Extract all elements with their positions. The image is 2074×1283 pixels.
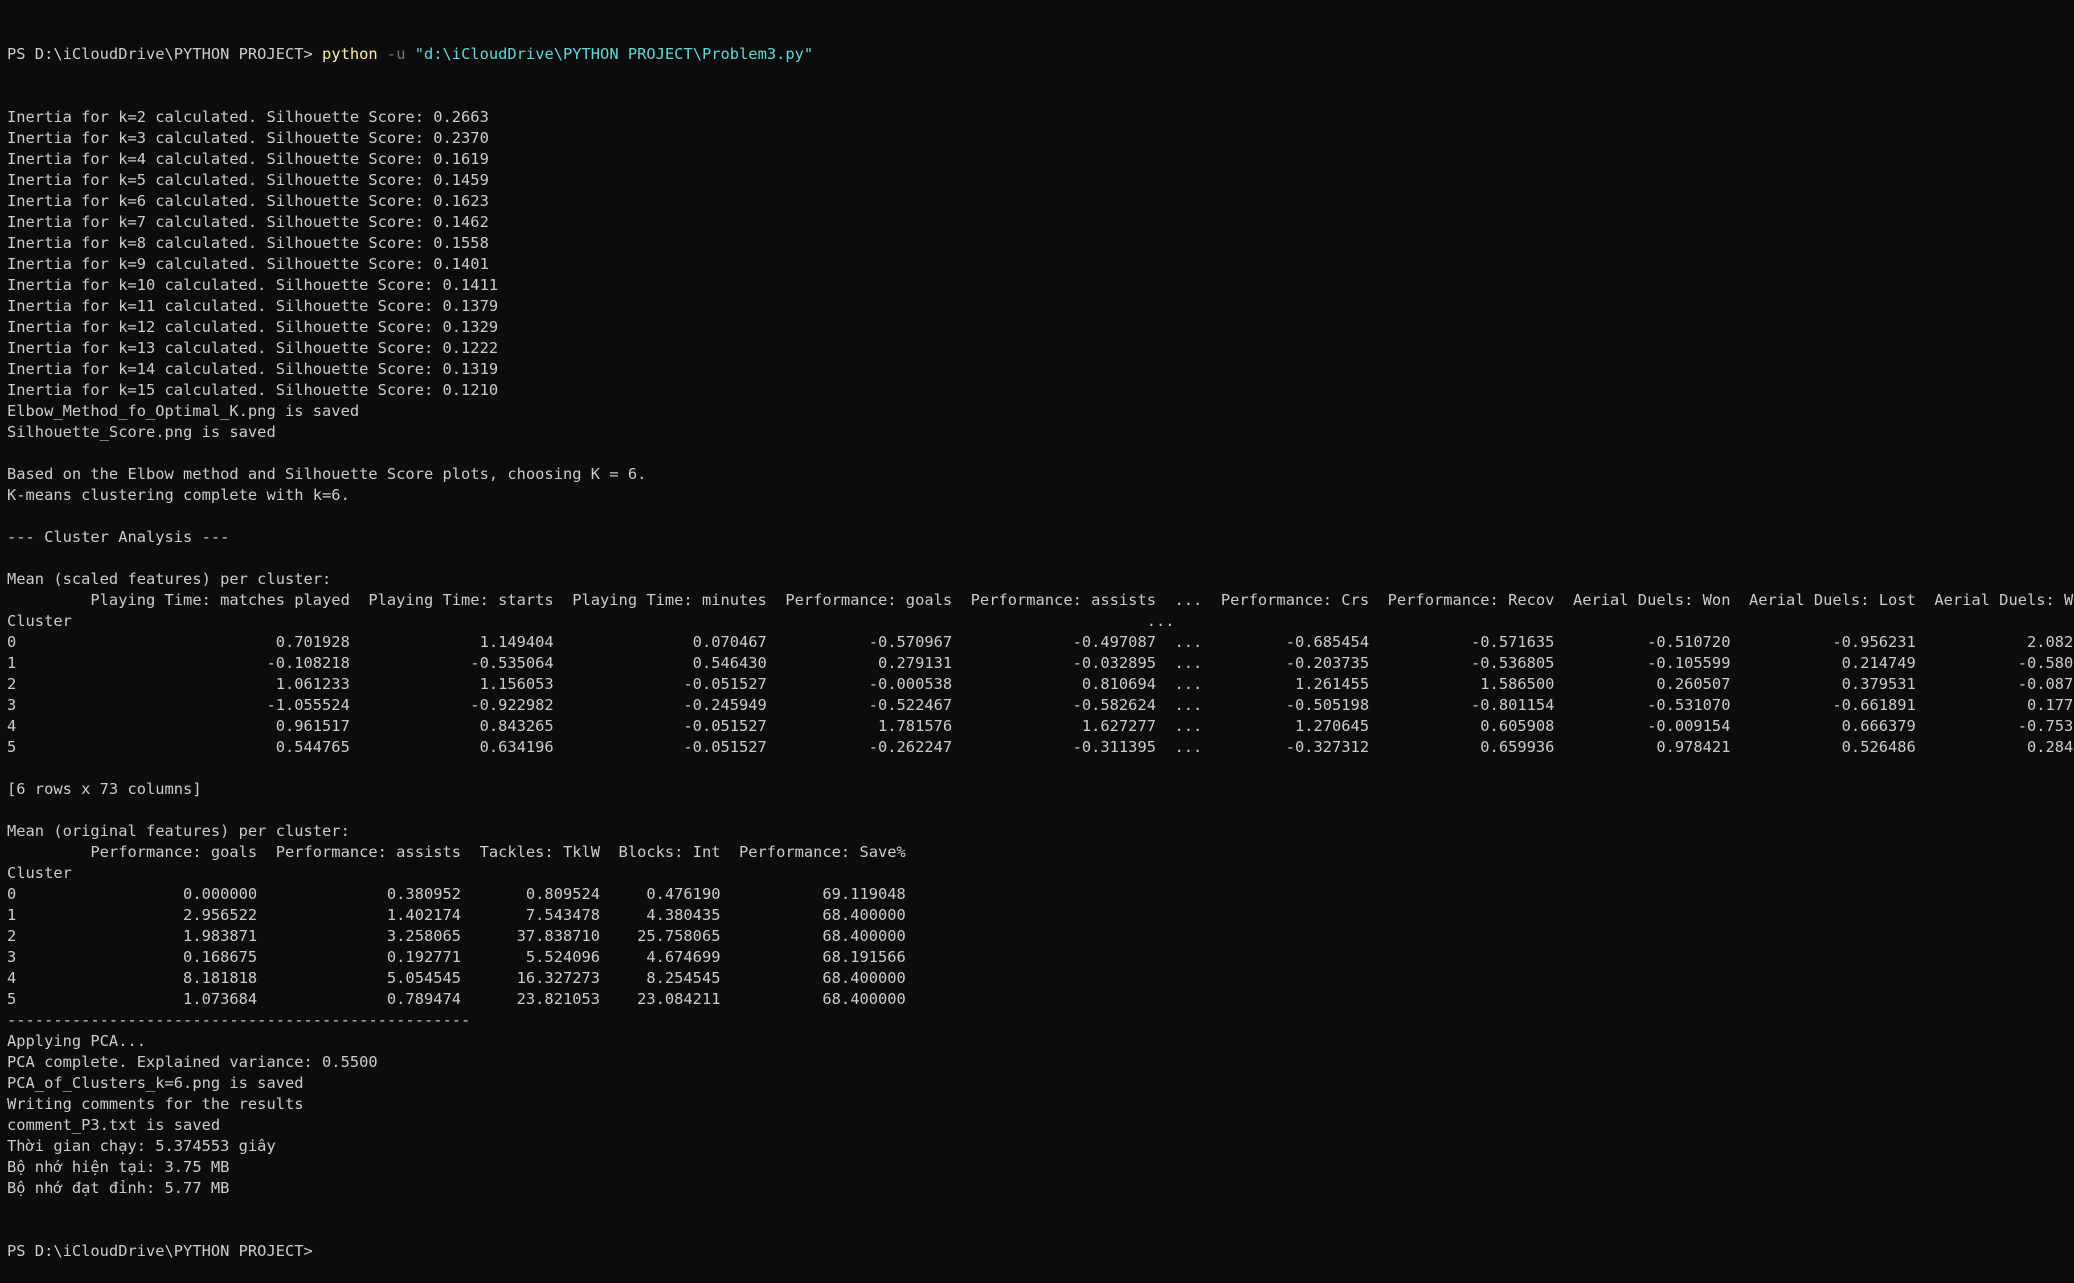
output-line: Inertia for k=8 calculated. Silhouette S…: [7, 234, 489, 252]
final-prompt[interactable]: PS D:\iCloudDrive\PYTHON PROJECT>: [7, 1241, 2074, 1262]
output-line: Cluster: [7, 864, 72, 882]
output-line: Inertia for k=6 calculated. Silhouette S…: [7, 192, 489, 210]
output-line: Bộ nhớ đạt đỉnh: 5.77 MB: [7, 1179, 230, 1197]
output-line: Inertia for k=5 calculated. Silhouette S…: [7, 171, 489, 189]
output-line: Bộ nhớ hiện tại: 3.75 MB: [7, 1158, 230, 1176]
output-line: [6 rows x 73 columns]: [7, 780, 202, 798]
output-line: Elbow_Method_fo_Optimal_K.png is saved: [7, 402, 360, 420]
output-line: Mean (scaled features) per cluster:: [7, 570, 332, 588]
output-line: 2 1.983871 3.258065 37.838710 25.758065 …: [7, 927, 906, 945]
output-line: 3 -1.055524 -0.922982 -0.245949 -0.52246…: [7, 696, 2074, 714]
output-line: Inertia for k=14 calculated. Silhouette …: [7, 360, 499, 378]
output-line: 2 1.061233 1.156053 -0.051527 -0.000538 …: [7, 675, 2074, 693]
output-line: Inertia for k=13 calculated. Silhouette …: [7, 339, 499, 357]
output-line: Inertia for k=9 calculated. Silhouette S…: [7, 255, 489, 273]
output-line: 3 0.168675 0.192771 5.524096 4.674699 68…: [7, 948, 906, 966]
output-line: 4 8.181818 5.054545 16.327273 8.254545 6…: [7, 969, 906, 987]
output-line: Performance: goals Performance: assists …: [7, 843, 906, 861]
output-lines: Inertia for k=2 calculated. Silhouette S…: [7, 107, 2074, 1199]
output-line: Inertia for k=7 calculated. Silhouette S…: [7, 213, 489, 231]
output-line: Applying PCA...: [7, 1032, 146, 1050]
output-line: Mean (original features) per cluster:: [7, 822, 350, 840]
command-program: python: [322, 45, 378, 63]
output-line: 4 0.961517 0.843265 -0.051527 1.781576 1…: [7, 717, 2074, 735]
output-line: Inertia for k=15 calculated. Silhouette …: [7, 381, 499, 399]
terminal-output[interactable]: PS D:\iCloudDrive\PYTHON PROJECT> python…: [7, 2, 2074, 1283]
output-line: Inertia for k=2 calculated. Silhouette S…: [7, 108, 489, 126]
output-line: K-means clustering complete with k=6.: [7, 486, 350, 504]
output-line: Inertia for k=12 calculated. Silhouette …: [7, 318, 499, 336]
output-line: PCA complete. Explained variance: 0.5500: [7, 1053, 378, 1071]
output-line: Thời gian chạy: 5.374553 giây: [7, 1137, 276, 1155]
output-line: Cluster ...: [7, 612, 1175, 630]
command-line: PS D:\iCloudDrive\PYTHON PROJECT> python…: [7, 44, 2074, 65]
command-flag: -u: [377, 45, 415, 63]
output-line: 0 0.000000 0.380952 0.809524 0.476190 69…: [7, 885, 906, 903]
output-line: 0 0.701928 1.149404 0.070467 -0.570967 -…: [7, 633, 2074, 651]
output-line: Based on the Elbow method and Silhouette…: [7, 465, 647, 483]
output-line: PCA_of_Clusters_k=6.png is saved: [7, 1074, 304, 1092]
output-line: 1 2.956522 1.402174 7.543478 4.380435 68…: [7, 906, 906, 924]
output-line: ----------------------------------------…: [7, 1011, 471, 1029]
output-line: comment_P3.txt is saved: [7, 1116, 221, 1134]
output-line: Playing Time: matches played Playing Tim…: [7, 591, 2074, 609]
output-line: Writing comments for the results: [7, 1095, 304, 1113]
output-line: Silhouette_Score.png is saved: [7, 423, 276, 441]
prompt: PS D:\iCloudDrive\PYTHON PROJECT>: [7, 45, 323, 63]
output-line: 1 -0.108218 -0.535064 0.546430 0.279131 …: [7, 654, 2074, 672]
output-line: Inertia for k=11 calculated. Silhouette …: [7, 297, 499, 315]
output-line: Inertia for k=3 calculated. Silhouette S…: [7, 129, 489, 147]
output-line: 5 0.544765 0.634196 -0.051527 -0.262247 …: [7, 738, 2074, 756]
output-line: Inertia for k=4 calculated. Silhouette S…: [7, 150, 489, 168]
output-line: Inertia for k=10 calculated. Silhouette …: [7, 276, 499, 294]
output-line: --- Cluster Analysis ---: [7, 528, 230, 546]
output-line: 5 1.073684 0.789474 23.821053 23.084211 …: [7, 990, 906, 1008]
command-argument: "d:\iCloudDrive\PYTHON PROJECT\Problem3.…: [414, 45, 814, 63]
